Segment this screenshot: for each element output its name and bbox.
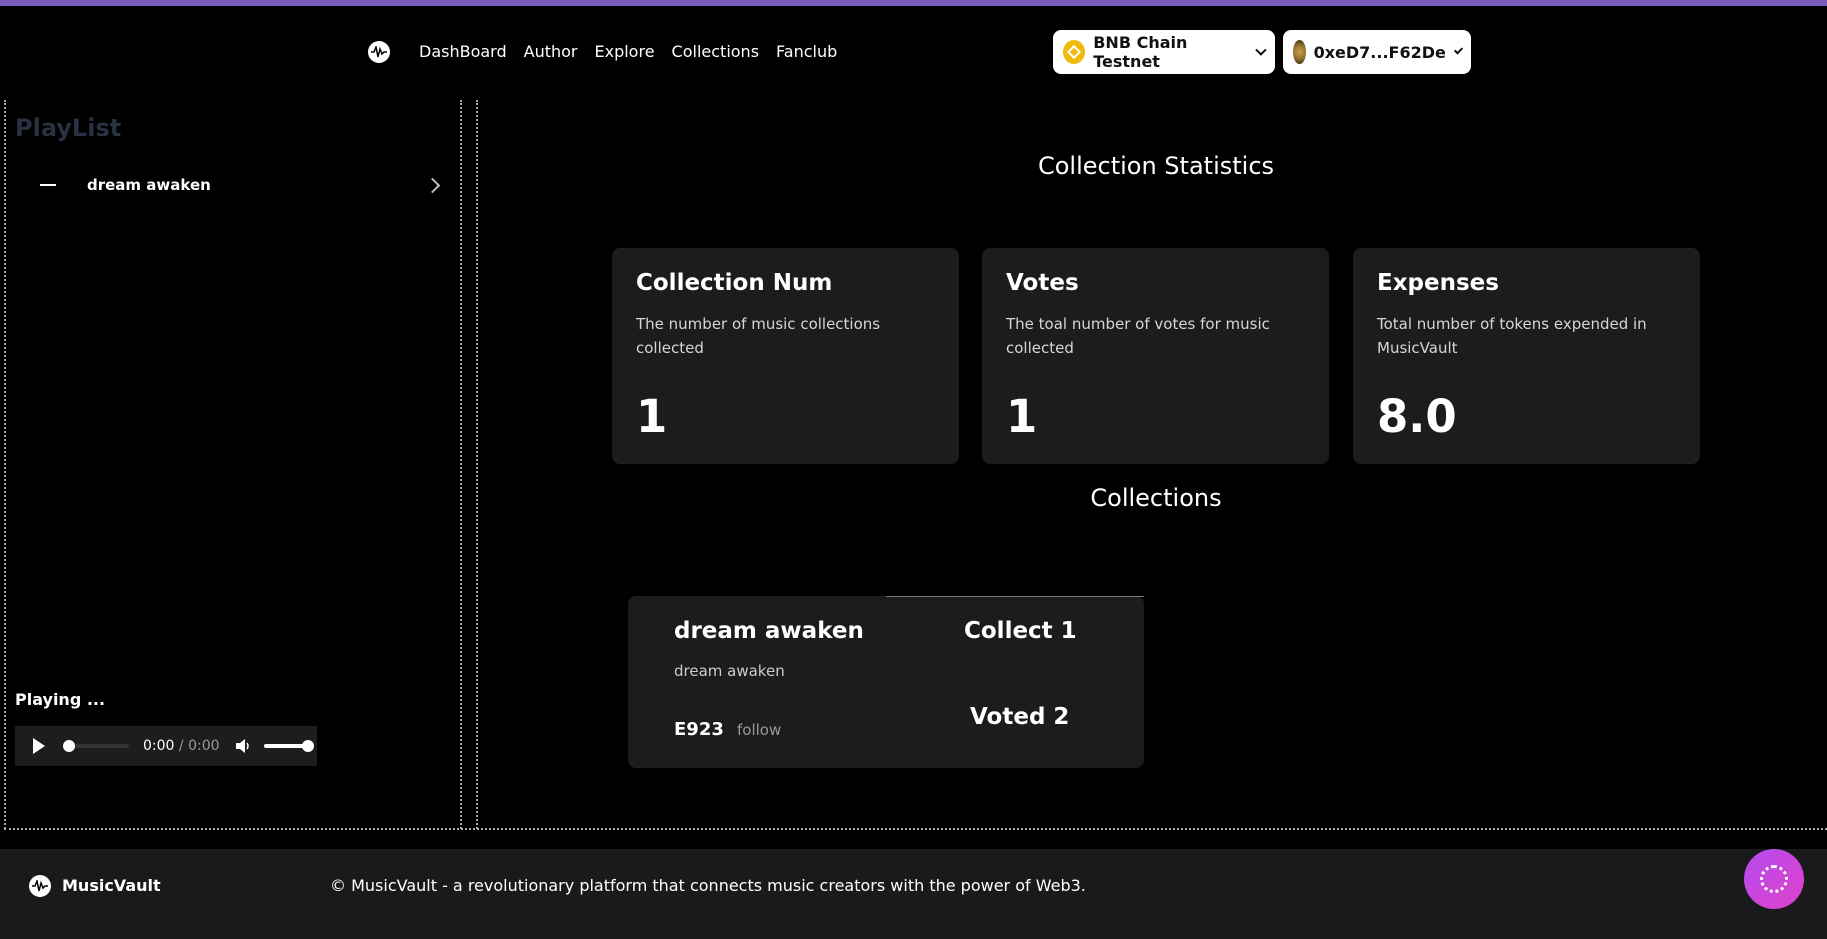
volume-slider[interactable] — [263, 740, 314, 752]
volume-icon[interactable] — [235, 738, 252, 754]
stat-card-title: Collection Num — [636, 270, 833, 296]
audio-player: 0:00 / 0:00 — [15, 726, 317, 766]
network-selector-button[interactable]: BNB Chain Testnet — [1053, 30, 1275, 74]
waveform-logo-icon[interactable] — [368, 41, 390, 63]
assistant-chat-button[interactable] — [1744, 849, 1804, 909]
voted-count: Voted 2 — [970, 704, 1070, 730]
stat-card-title: Votes — [1006, 270, 1079, 296]
footer-brand: MusicVault — [62, 876, 161, 895]
collections-title: Collections — [1090, 484, 1222, 512]
bottom-divider — [4, 828, 1827, 830]
total-time: 0:00 — [188, 738, 220, 754]
chevron-right-icon[interactable] — [424, 177, 441, 193]
nav-collections[interactable]: Collections — [672, 42, 759, 61]
stats-title: Collection Statistics — [1037, 152, 1275, 180]
spinner-icon — [1760, 865, 1788, 893]
nav-explore[interactable]: Explore — [595, 42, 655, 61]
collect-count: Collect 1 — [964, 618, 1077, 644]
follow-link[interactable]: follow — [737, 721, 781, 739]
play-icon[interactable] — [33, 738, 45, 754]
stat-card-description: The toal number of votes for music colle… — [1006, 315, 1270, 357]
stat-card-collection-num: Collection Num The number of music colle… — [612, 248, 959, 464]
header: DashBoard Author Explore Collections Fan… — [0, 6, 1827, 98]
playlist-title: PlayList — [15, 114, 122, 142]
playlist-sidebar: PlayList dream awaken Playing ... 0:00 /… — [4, 100, 462, 829]
wallet-account-button[interactable]: 0xeD7...F62De — [1283, 30, 1471, 74]
dash-icon — [40, 184, 56, 186]
progress-slider[interactable] — [63, 740, 129, 752]
wallet-avatar-icon — [1293, 40, 1306, 64]
time-separator: / — [174, 738, 189, 754]
card-divider — [886, 596, 1144, 597]
collection-card[interactable]: dream awaken dream awaken E923 follow Co… — [628, 596, 1144, 768]
stat-card-value: 1 — [1006, 390, 1038, 443]
main-nav: DashBoard Author Explore Collections Fan… — [419, 42, 837, 61]
stat-card-description: Total number of tokens expended in Music… — [1377, 315, 1647, 357]
footer-copyright: © MusicVault - a revolutionary platform … — [330, 876, 1086, 895]
main-divider — [476, 100, 478, 829]
footer: MusicVault © MusicVault - a revolutionar… — [0, 849, 1827, 939]
time-display: 0:00 / 0:00 — [143, 738, 220, 754]
stat-card-expenses: Expenses Total number of tokens expended… — [1353, 248, 1700, 464]
playlist-item[interactable]: dream awaken — [36, 170, 446, 200]
waveform-logo-icon — [29, 875, 51, 897]
chevron-down-icon — [1453, 45, 1464, 55]
nav-fanclub[interactable]: Fanclub — [776, 42, 837, 61]
stat-card-title: Expenses — [1377, 270, 1499, 296]
chevron-down-icon — [1255, 44, 1267, 56]
collection-subtitle: dream awaken — [674, 662, 785, 680]
playing-status: Playing ... — [15, 690, 106, 709]
bnb-chain-icon — [1063, 40, 1086, 64]
nav-author[interactable]: Author — [524, 42, 578, 61]
collection-author[interactable]: E923 — [674, 719, 724, 740]
playlist-item-label: dream awaken — [87, 176, 211, 194]
stat-card-value: 1 — [636, 390, 668, 443]
nav-dashboard[interactable]: DashBoard — [419, 42, 507, 61]
stat-card-description: The number of music collections collecte… — [636, 315, 881, 357]
stat-card-votes: Votes The toal number of votes for music… — [982, 248, 1329, 464]
wallet-address: 0xeD7...F62De — [1313, 42, 1446, 62]
collection-name: dream awaken — [674, 618, 864, 644]
network-label: BNB Chain Testnet — [1093, 33, 1188, 71]
stat-card-value: 8.0 — [1377, 390, 1457, 443]
current-time: 0:00 — [143, 738, 175, 754]
